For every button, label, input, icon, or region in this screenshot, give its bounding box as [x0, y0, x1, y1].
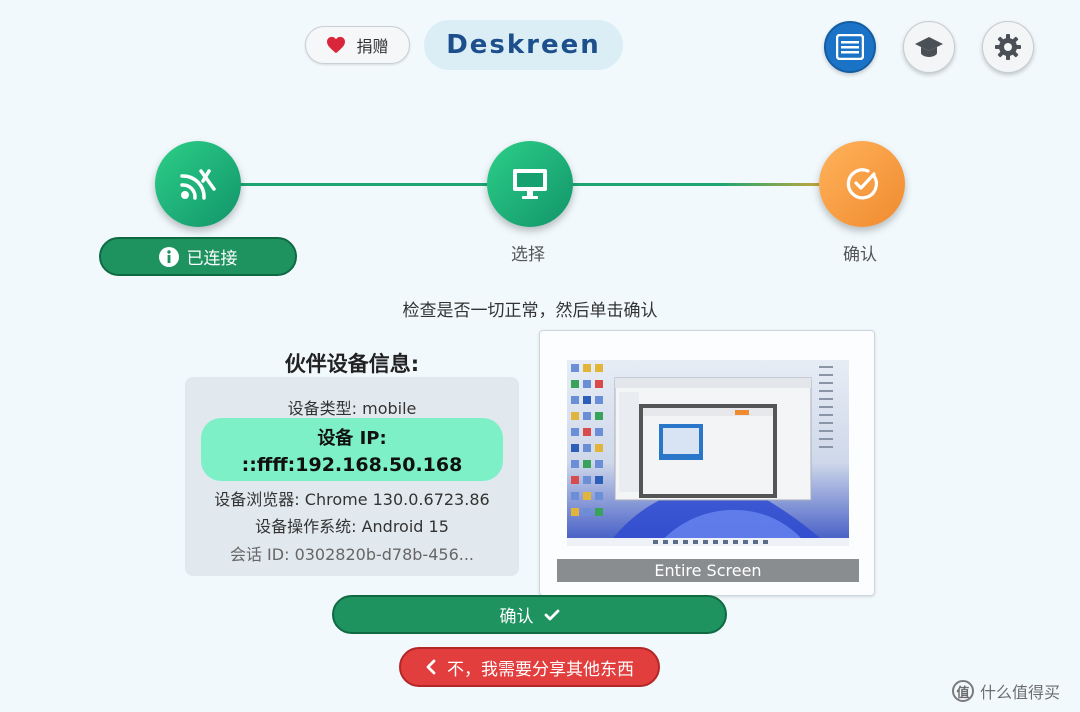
share-something-else-button[interactable]: 不，我需要分享其他东西: [399, 647, 660, 687]
screen-preview-card: Entire Screen: [539, 330, 875, 596]
gear-icon: [995, 34, 1021, 60]
app-window: 捐赠 Deskreen 已连接 选择 确认 检查是否一切正常，然后单击确认 伙伴…: [0, 0, 1080, 712]
instruction-text: 检查是否一切正常，然后单击确认: [402, 301, 658, 321]
device-browser: 设备浏览器: Chrome 130.0.6723.86: [214, 490, 490, 509]
app-logo: Deskreen: [424, 20, 623, 70]
device-type: 设备类型: mobile: [287, 399, 417, 418]
info-icon: [158, 246, 179, 267]
wifi-signal-icon: [180, 169, 216, 200]
session-id: 会话 ID: 0302820b-d78b-456...: [229, 545, 475, 564]
connected-devices-button[interactable]: [824, 21, 876, 73]
screen-thumbnail: [567, 360, 849, 546]
connected-status-button[interactable]: 已连接: [99, 237, 297, 276]
watermark-logo-icon: 值: [952, 680, 974, 702]
donate-label: 捐赠: [356, 37, 389, 56]
step-select: [487, 141, 573, 227]
device-ip-value: ::ffff:192.168.50.168: [241, 453, 463, 476]
device-ip-box: 设备 IP: ::ffff:192.168.50.168: [201, 418, 503, 481]
graduation-cap-icon: [915, 37, 943, 57]
chevron-left-icon: [426, 659, 436, 675]
monitor-icon: [513, 169, 547, 199]
connected-label: 已连接: [186, 249, 238, 269]
step-connector-2: [572, 183, 822, 186]
watermark-text: 什么值得买: [980, 683, 1061, 702]
heart-icon: [327, 36, 346, 54]
share-something-else-label: 不，我需要分享其他东西: [447, 659, 634, 680]
partner-info-title: 伙伴设备信息:: [284, 352, 420, 376]
step-select-label: 选择: [511, 245, 545, 265]
device-os: 设备操作系统: Android 15: [255, 517, 449, 536]
checkmark-icon: [544, 609, 559, 620]
step-confirm-label: 确认: [843, 245, 877, 265]
confirm-button[interactable]: 确认: [332, 595, 727, 634]
confirm-label: 确认: [499, 607, 534, 627]
donate-button[interactable]: 捐赠: [305, 26, 410, 64]
screen-caption: Entire Screen: [557, 559, 859, 582]
device-ip-label: 设备 IP:: [317, 427, 387, 449]
watermark: 值 什么值得买: [952, 676, 1060, 706]
list-icon: [836, 34, 864, 60]
tutorial-button[interactable]: [903, 21, 955, 73]
step-connected: [155, 141, 241, 227]
check-circle-icon: [846, 168, 878, 200]
step-confirm: [819, 141, 905, 227]
desktop-preview-image: [567, 360, 849, 546]
settings-button[interactable]: [982, 21, 1034, 73]
step-connector-1: [240, 183, 488, 186]
